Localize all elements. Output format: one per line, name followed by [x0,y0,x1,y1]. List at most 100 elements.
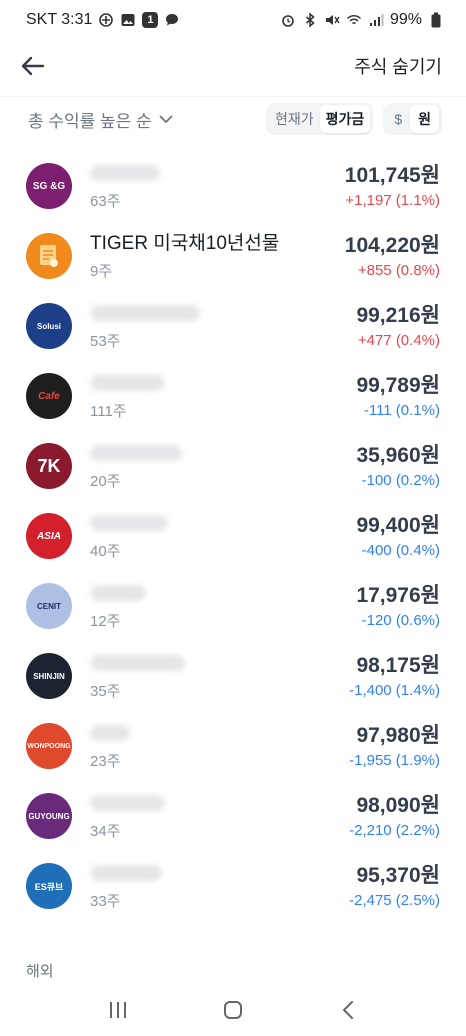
holding-row[interactable]: SHINJIN 35주 98,175원 -1,400 (1.4%) [0,641,466,711]
stock-shares: 53주 [90,332,121,350]
sort-dropdown[interactable]: 총 수익률 높은 순 [28,107,174,132]
signal-icon [368,12,384,28]
mute-icon [324,12,340,28]
stock-shares: 34주 [90,822,121,840]
stock-change: -1,400 (1.4%) [349,682,440,699]
stock-change: -2,210 (2.2%) [349,822,440,839]
battery-percent: 99% [389,11,422,28]
header: 주식 숨기기 [0,42,466,90]
status-left: SKT 3:31 1 [26,11,180,29]
stock-logo: 7K [26,443,72,489]
controls-bar: 총 수익률 높은 순 현재가 평가금 $ 원 [0,103,466,135]
holding-row[interactable]: ASIA 40주 99,400원 -400 (0.4%) [0,501,466,571]
currency-usd[interactable]: $ [386,107,410,131]
stock-shares: 9주 [90,262,113,280]
stock-shares: 33주 [90,892,121,910]
back-chevron-icon [343,1001,354,1019]
stock-name-hidden [90,582,146,606]
stock-shares: 12주 [90,612,121,630]
stock-logo: Solusi [26,303,72,349]
price-mode-current[interactable]: 현재가 [269,105,320,133]
stock-change: -1,955 (1.9%) [349,752,440,769]
stock-change: -120 (0.6%) [361,612,440,629]
back-nav-button[interactable] [328,990,368,1030]
holdings-list: SG &G 63주 101,745원 +1,197 (1.1%) TIGER 미… [0,151,466,921]
holding-values: 104,220원 +855 (0.8%) [345,233,440,279]
stock-logo: CENIT [26,583,72,629]
stock-shares: 23주 [90,752,121,770]
home-icon [223,1001,242,1019]
battery-icon [428,12,444,28]
holding-row[interactable]: WONPOONG 23주 97,980원 -1,955 (1.9%) [0,711,466,781]
stock-name: TIGER 미국채10년선물 [90,232,280,254]
holding-row[interactable]: TIGER 미국채10년선물 9주 104,220원 +855 (0.8%) [0,221,466,291]
stock-name-hidden [90,862,162,886]
header-divider [0,96,466,97]
holding-values: 35,960원 -100 (0.2%) [356,443,440,489]
stock-logo: GUYOUNG [26,793,72,839]
stock-amount: 17,976원 [356,584,440,607]
stock-name-hidden [90,652,185,676]
holding-info: 20주 [90,442,182,490]
holding-values: 99,789원 -111 (0.1%) [356,373,440,419]
holding-values: 98,175원 -1,400 (1.4%) [349,653,440,699]
stock-amount: 99,400원 [356,514,440,537]
alarm-icon [280,12,296,28]
holding-row[interactable]: 7K 20주 35,960원 -100 (0.2%) [0,431,466,501]
stock-shares: 63주 [90,192,121,210]
holding-row[interactable]: Cafe 111주 99,789원 -111 (0.1%) [0,361,466,431]
location-icon [98,12,114,28]
overseas-section-label: 해외 [26,963,54,980]
status-bar: SKT 3:31 1 99% [0,0,466,40]
holding-values: 98,090원 -2,210 (2.2%) [349,793,440,839]
holding-info: 53주 [90,303,200,350]
holding-row[interactable]: Solusi 53주 99,216원 +477 (0.4%) [0,291,466,361]
back-button[interactable] [20,52,48,80]
hide-stocks-button[interactable]: 주식 숨기기 [354,53,442,79]
currency-krw[interactable]: 원 [410,105,439,133]
stock-amount: 97,980원 [356,724,440,747]
stock-shares: 40주 [90,542,121,560]
back-arrow-icon [21,56,45,76]
stock-name-hidden [90,372,165,396]
chat-bubble-icon [164,12,180,28]
notification-badge-icon: 1 [142,12,159,28]
recent-apps-button[interactable] [98,990,138,1030]
holding-row[interactable]: GUYOUNG 34주 98,090원 -2,210 (2.2%) [0,781,466,851]
holding-info: 33주 [90,862,162,910]
home-button[interactable] [213,990,253,1030]
holding-info: 34주 [90,792,165,840]
holding-row[interactable]: SG &G 63주 101,745원 +1,197 (1.1%) [0,151,466,221]
holding-values: 95,370원 -2,475 (2.5%) [349,863,440,909]
stock-amount: 95,370원 [356,864,440,887]
stock-change: -111 (0.1%) [363,402,440,419]
price-mode-valuation[interactable]: 평가금 [319,105,371,133]
stock-shares: 35주 [90,682,121,700]
notification-badge-count: 1 [147,14,154,26]
document-icon [40,245,58,267]
stock-amount: 101,745원 [344,164,440,187]
stock-name-hidden [90,722,130,746]
carrier-time: SKT 3:31 [26,11,93,28]
holding-info: 35주 [90,652,185,700]
holding-values: 101,745원 +1,197 (1.1%) [345,163,440,209]
stock-change: -400 (0.4%) [361,542,440,559]
stock-change: +855 (0.8%) [357,262,440,279]
wifi-icon [346,12,362,28]
stock-name-hidden [90,442,182,466]
stock-amount: 35,960원 [356,444,440,467]
chevron-down-icon [159,115,173,123]
recent-apps-icon [109,1002,126,1018]
stock-logo: SG &G [26,163,72,209]
holding-values: 17,976원 -120 (0.6%) [356,583,440,629]
stock-name-hidden [90,162,160,186]
holding-row[interactable]: CENIT 12주 17,976원 -120 (0.6%) [0,571,466,641]
stock-logo: Cafe [26,373,72,419]
stock-name-hidden [90,792,165,816]
holding-info: TIGER 미국채10년선물 9주 [90,232,280,280]
stock-logo: ASIA [26,513,72,559]
holding-values: 97,980원 -1,955 (1.9%) [349,723,440,769]
status-right: 99% [280,11,444,29]
holding-row[interactable]: ES큐브 33주 95,370원 -2,475 (2.5%) [0,851,466,921]
holding-info: 40주 [90,513,168,560]
